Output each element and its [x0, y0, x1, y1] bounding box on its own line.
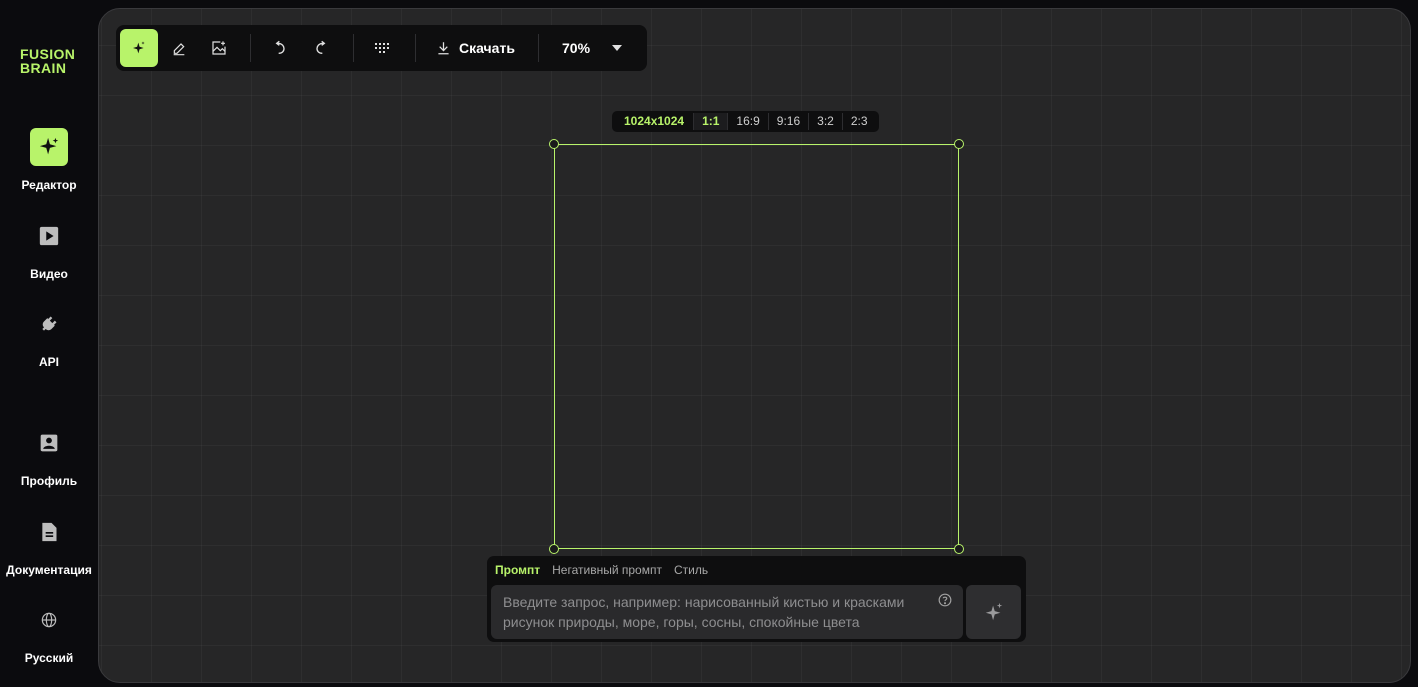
eraser-icon: [173, 43, 185, 56]
profile-icon: [30, 424, 68, 462]
sidebar-item-api[interactable]: API: [0, 305, 98, 369]
resize-handle-top-left[interactable]: [549, 139, 559, 149]
prompt-panel: Промпт Негативный промпт Стиль: [487, 556, 1026, 642]
image-upload-tool-button[interactable]: [200, 29, 238, 67]
generation-frame[interactable]: [549, 139, 964, 554]
tab-negative-prompt[interactable]: Негативный промпт: [552, 563, 662, 577]
eraser-tool-button[interactable]: [160, 29, 198, 67]
resize-handle-top-right[interactable]: [954, 139, 964, 149]
prompt-input[interactable]: [491, 585, 963, 639]
sidebar-item-label: Профиль: [20, 474, 78, 488]
sidebar: FUSION BRAIN Редактор Видео API Профиль …: [0, 0, 98, 687]
ratio-option-2-3[interactable]: 2:3: [843, 113, 876, 130]
editor-toolbar: Скачать 70%: [116, 25, 647, 71]
tab-style[interactable]: Стиль: [674, 563, 708, 577]
sidebar-item-label: Русский: [24, 651, 74, 665]
generate-tool-button[interactable]: [120, 29, 158, 67]
sidebar-item-docs[interactable]: Документация: [0, 513, 98, 577]
brand-logo[interactable]: FUSION BRAIN: [20, 47, 75, 75]
toolbar-divider: [353, 34, 354, 62]
globe-icon: [30, 601, 68, 639]
sidebar-item-profile[interactable]: Профиль: [0, 424, 98, 488]
undo-icon: [275, 40, 285, 54]
document-icon: [30, 513, 68, 551]
toolbar-divider: [250, 34, 251, 62]
brand-logo-line1: FUSION: [20, 46, 76, 62]
sidebar-item-label: Редактор: [21, 178, 77, 192]
editor-canvas-area[interactable]: Скачать 70% 1024x1024 1:1 16:9 9:16 3:2 …: [98, 8, 1411, 683]
redo-button[interactable]: [302, 29, 340, 67]
resolution-label: 1024x1024: [615, 113, 695, 130]
generate-icon: [133, 41, 145, 54]
sidebar-item-video[interactable]: Видео: [0, 217, 98, 281]
grid-toggle-button[interactable]: [364, 29, 402, 67]
ratio-option-9-16[interactable]: 9:16: [769, 113, 810, 130]
ratio-option-16-9[interactable]: 16:9: [728, 113, 769, 130]
toolbar-divider: [538, 34, 539, 62]
sidebar-item-label: Документация: [6, 563, 92, 577]
image-upload-icon: [212, 41, 226, 55]
download-icon: [438, 42, 449, 55]
tab-prompt[interactable]: Промпт: [495, 563, 540, 577]
redo-icon: [316, 40, 326, 54]
generate-button[interactable]: [966, 585, 1021, 639]
zoom-value: 70%: [562, 40, 591, 56]
sidebar-item-editor[interactable]: Редактор: [0, 128, 98, 192]
sidebar-item-language[interactable]: Русский: [0, 601, 98, 665]
sidebar-item-label: Видео: [30, 267, 68, 281]
prompt-tabs: Промпт Негативный промпт Стиль: [495, 563, 708, 577]
zoom-dropdown[interactable]: 70%: [562, 29, 623, 67]
help-icon[interactable]: [938, 593, 952, 612]
download-label: Скачать: [459, 40, 515, 56]
chevron-down-icon: [612, 45, 623, 51]
plug-icon: [30, 305, 68, 343]
brand-logo-line2: BRAIN: [20, 60, 67, 76]
resize-handle-bottom-left[interactable]: [549, 544, 559, 554]
aspect-ratio-bar: 1024x1024 1:1 16:9 9:16 3:2 2:3: [612, 111, 879, 132]
download-button[interactable]: Скачать: [437, 29, 515, 67]
ratio-option-3-2[interactable]: 3:2: [809, 113, 843, 130]
ratio-option-1-1[interactable]: 1:1: [694, 113, 729, 130]
sidebar-item-label: API: [38, 355, 59, 369]
sparkle-icon: [30, 128, 68, 166]
sparkle-icon: [985, 602, 1002, 621]
grid-icon: [375, 43, 389, 53]
video-icon: [30, 217, 68, 255]
undo-button[interactable]: [261, 29, 299, 67]
resize-handle-bottom-right[interactable]: [954, 544, 964, 554]
toolbar-divider: [415, 34, 416, 62]
